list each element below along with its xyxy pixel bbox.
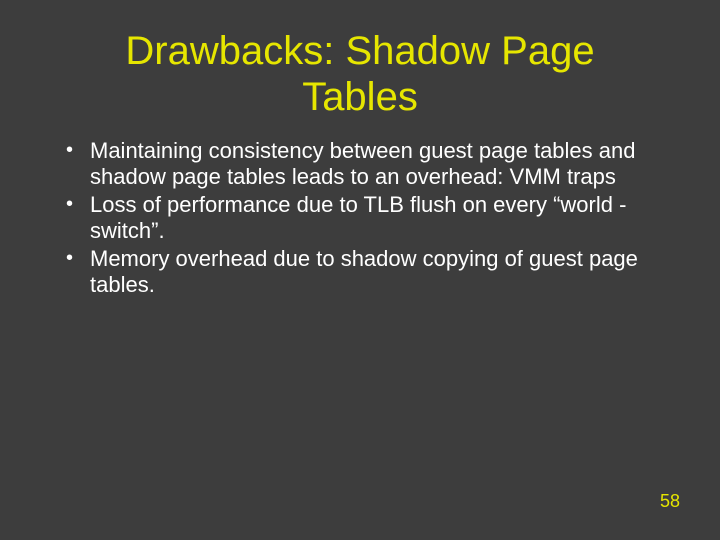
- slide: Drawbacks: Shadow Page Tables Maintainin…: [0, 0, 720, 540]
- title-line-1: Drawbacks: Shadow Page: [125, 29, 594, 73]
- bullet-list: Maintaining consistency between guest pa…: [60, 138, 660, 298]
- page-number: 58: [660, 491, 680, 512]
- bullet-text: Loss of performance due to TLB flush on …: [90, 192, 626, 243]
- list-item: Maintaining consistency between guest pa…: [60, 138, 660, 190]
- bullet-text: Maintaining consistency between guest pa…: [90, 138, 635, 189]
- bullet-text: Memory overhead due to shadow copying of…: [90, 246, 638, 297]
- title-line-2: Tables: [302, 75, 418, 119]
- slide-title: Drawbacks: Shadow Page Tables: [0, 0, 720, 120]
- list-item: Loss of performance due to TLB flush on …: [60, 192, 660, 244]
- list-item: Memory overhead due to shadow copying of…: [60, 246, 660, 298]
- slide-body: Maintaining consistency between guest pa…: [0, 120, 720, 298]
